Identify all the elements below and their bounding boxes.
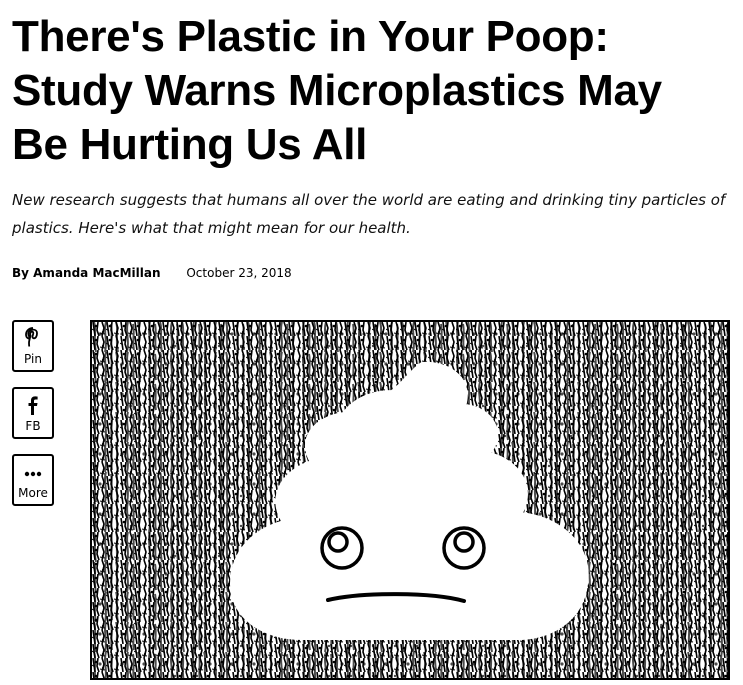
publish-date: October 23, 2018: [186, 266, 292, 280]
fb-label: FB: [25, 419, 41, 433]
dek-line: plastics. Here's what that might mean fo…: [12, 219, 411, 237]
article-headline: There's Plastic in Your Poop: Study Warn…: [12, 10, 732, 172]
headline-line: Study Warns Microplastics May: [12, 66, 662, 115]
hero-image: [90, 320, 730, 680]
more-dots-icon: [14, 460, 52, 486]
headline-line: Be Hurting Us All: [12, 120, 368, 169]
facebook-icon: [14, 393, 52, 419]
more-label: More: [18, 486, 48, 500]
dek-line: New research suggests that humans all ov…: [12, 191, 726, 209]
author-link[interactable]: By Amanda MacMillan: [12, 266, 161, 280]
poop-emoji-illustration: [92, 322, 728, 678]
more-share-button[interactable]: More: [12, 454, 54, 506]
article-dek: New research suggests that humans all ov…: [12, 186, 732, 242]
facebook-share-button[interactable]: FB: [12, 387, 54, 439]
byline: By Amanda MacMillan October 23, 2018: [12, 266, 292, 280]
headline-line: There's Plastic in Your Poop:: [12, 12, 609, 61]
pin-label: Pin: [24, 352, 42, 366]
pinterest-share-button[interactable]: Pin: [12, 320, 54, 372]
pinterest-icon: [14, 326, 52, 352]
